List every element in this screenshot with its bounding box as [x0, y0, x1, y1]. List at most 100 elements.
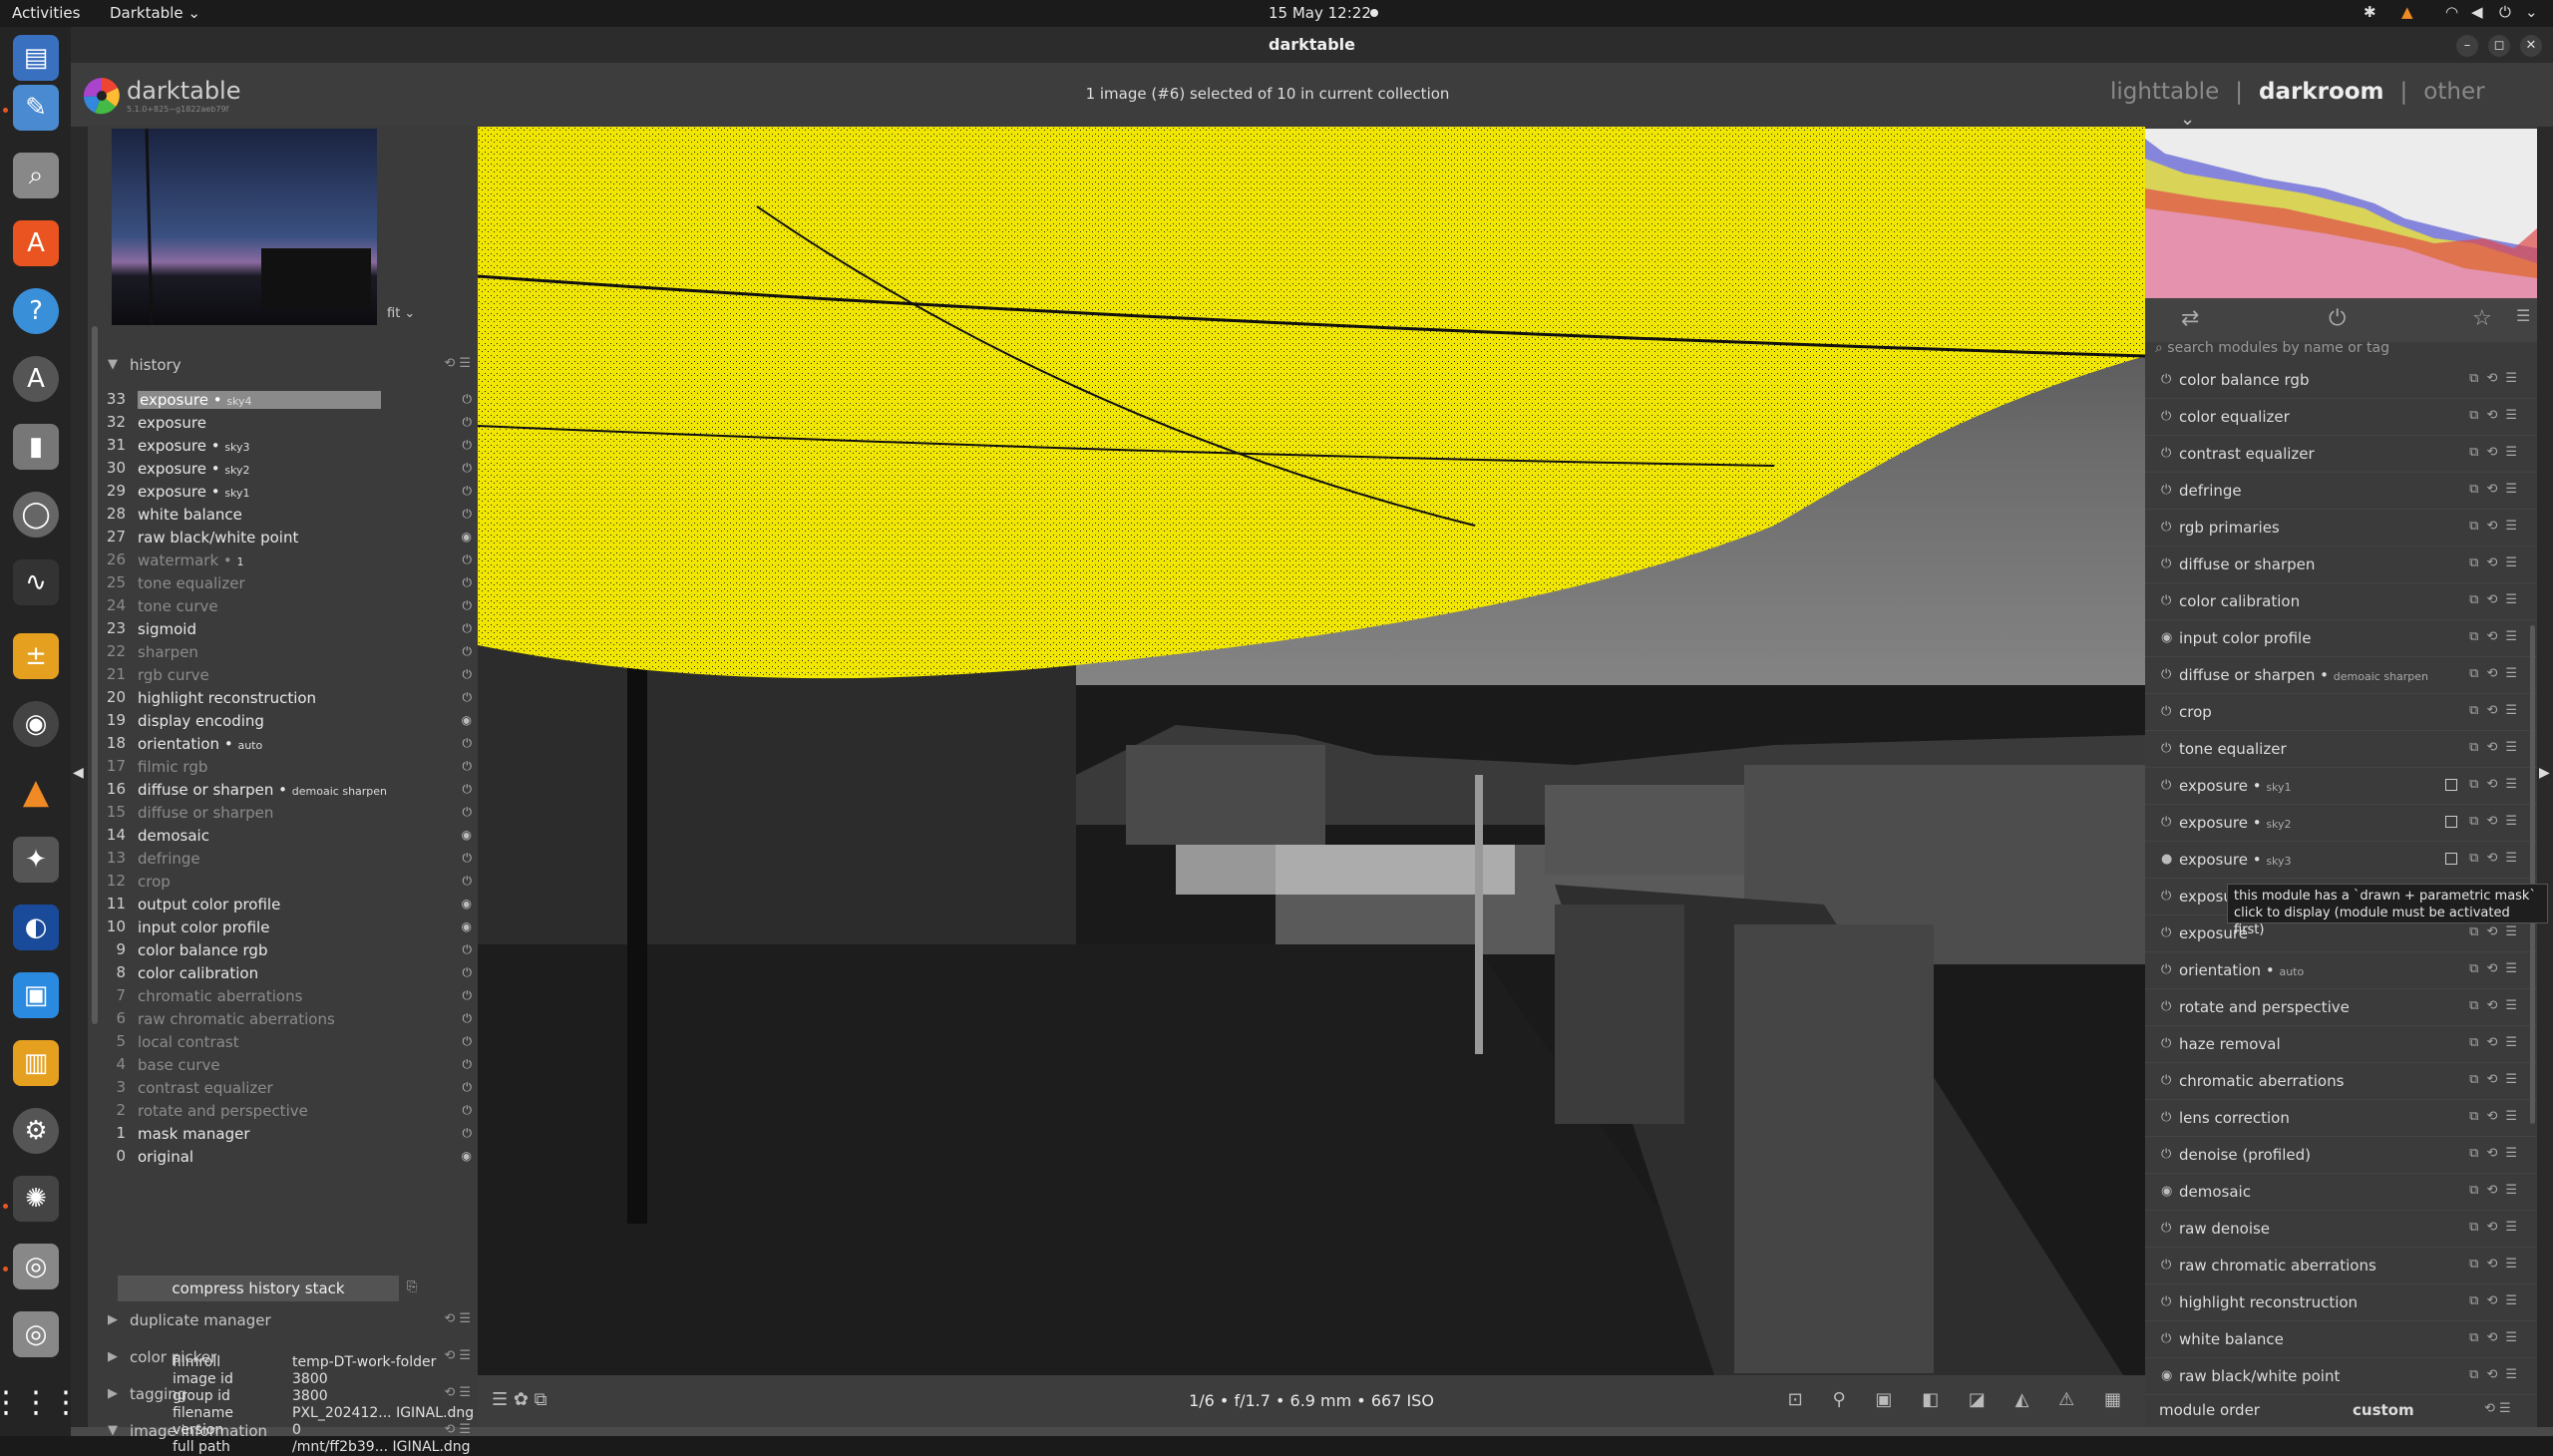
minimize-button[interactable]: –: [2456, 35, 2478, 57]
view-other[interactable]: other: [2423, 79, 2484, 105]
history-item[interactable]: 4 base curve ⏻: [104, 1055, 478, 1078]
module-action-icons[interactable]: ⧉⟲☰: [2469, 629, 2525, 644]
module-action-icons[interactable]: ⧉⟲☰: [2469, 666, 2525, 681]
module-power-icon[interactable]: ⏻: [2161, 556, 2171, 571]
close-button[interactable]: ✕: [2520, 35, 2542, 57]
history-item[interactable]: 0 original ◉: [104, 1147, 478, 1170]
module-row[interactable]: ⏻ highlight reconstruction ⧉⟲☰: [2145, 1284, 2537, 1321]
history-module-header[interactable]: ▼ history ⟲ ☰: [98, 348, 477, 384]
module-search-input[interactable]: ⌕ search modules by name or tag: [2155, 340, 2524, 362]
software-center-icon[interactable]: A: [13, 220, 59, 266]
mask-indicator-icon[interactable]: [2445, 853, 2457, 865]
module-action-icons[interactable]: ⧉⟲☰: [2469, 1146, 2525, 1161]
module-row[interactable]: ⏻ color equalizer ⧉⟲☰: [2145, 399, 2537, 436]
history-item[interactable]: 10 input color profile ◉: [104, 917, 478, 940]
bluetooth-icon[interactable]: ✱: [2364, 3, 2376, 21]
files-icon[interactable]: ▤: [13, 35, 59, 81]
history-item[interactable]: 8 color calibration ⏻: [104, 963, 478, 986]
collapse-left-icon[interactable]: ◀: [73, 765, 84, 781]
module-row[interactable]: ◉ input color profile ⧉⟲☰: [2145, 620, 2537, 657]
history-item[interactable]: 22 sharpen ⏻: [104, 642, 478, 665]
history-item[interactable]: 21 rgb curve ⏻: [104, 665, 478, 688]
text-editor-icon[interactable]: ✎: [13, 85, 59, 131]
module-preset-icons[interactable]: ⟲ ☰: [444, 356, 471, 371]
module-action-icons[interactable]: ⧉⟲☰: [2469, 408, 2525, 423]
history-item[interactable]: 7 chromatic aberrations ⏻: [104, 986, 478, 1009]
module-row[interactable]: ⏻ haze removal ⧉⟲☰: [2145, 1026, 2537, 1063]
module-power-icon[interactable]: ⏻: [2161, 483, 2171, 498]
chevron-down-icon[interactable]: ⌄: [2525, 3, 2538, 21]
navigation-thumbnail[interactable]: [112, 129, 377, 325]
power-icon[interactable]: ⏻: [2499, 3, 2511, 21]
wifi-icon[interactable]: ◠: [2445, 3, 2458, 21]
blender-icon[interactable]: ◐: [13, 905, 59, 950]
module-power-icon[interactable]: ⏻: [2161, 1294, 2171, 1309]
history-item[interactable]: 5 local contrast ⏻: [104, 1032, 478, 1055]
module-row[interactable]: ⏻ rotate and perspective ⧉⟲☰: [2145, 989, 2537, 1026]
module-row[interactable]: ⏻ exposure • sky1 ⧉⟲☰: [2145, 768, 2537, 805]
module-row[interactable]: ⏻ chromatic aberrations ⧉⟲☰: [2145, 1063, 2537, 1100]
module-order-value[interactable]: custom: [2353, 1401, 2414, 1419]
history-item[interactable]: 29 exposure • sky1 ⏻: [104, 482, 478, 505]
module-power-icon[interactable]: ⏻: [2161, 372, 2171, 387]
history-item[interactable]: 11 output color profile ◉: [104, 895, 478, 917]
history-item[interactable]: 30 exposure • sky2 ⏻: [104, 459, 478, 482]
module-power-icon[interactable]: ⏻: [2161, 815, 2171, 830]
history-item[interactable]: 15 diffuse or sharpen ⏻: [104, 803, 478, 826]
module-row[interactable]: ⏻ exposure • sky2 ⧉⟲☰: [2145, 805, 2537, 842]
module-action-icons[interactable]: ⧉⟲☰: [2469, 1367, 2525, 1382]
history-item[interactable]: 18 orientation • auto ⏻: [104, 734, 478, 757]
module-power-icon[interactable]: ⏻: [2161, 1073, 2171, 1088]
module-action-icons[interactable]: ⧉⟲☰: [2469, 1293, 2525, 1308]
module-action-icons[interactable]: ⧉⟲☰: [2469, 814, 2525, 829]
module-row[interactable]: ● exposure • sky3 ⧉⟲☰: [2145, 842, 2537, 879]
module-power-icon[interactable]: ⏻: [2161, 1331, 2171, 1346]
module-power-icon[interactable]: ◉: [2161, 630, 2172, 645]
module-action-icons[interactable]: ⧉⟲☰: [2469, 777, 2525, 792]
history-item[interactable]: 16 diffuse or sharpen • demoaic sharpen ⏻: [104, 780, 478, 803]
disk-icon[interactable]: ◉: [13, 701, 59, 747]
module-row[interactable]: ⏻ color balance rgb ⧉⟲☰: [2145, 362, 2537, 399]
history-item[interactable]: 32 exposure ⏻: [104, 413, 478, 436]
disk2-icon[interactable]: ◎: [13, 1244, 59, 1289]
compress-history-button[interactable]: compress history stack: [118, 1275, 399, 1301]
history-item[interactable]: 20 highlight reconstruction ⏻: [104, 688, 478, 711]
right-panel-toggle-strip[interactable]: ▶: [2537, 127, 2553, 1427]
history-item[interactable]: 19 display encoding ◉: [104, 711, 478, 734]
right-scrollbar[interactable]: [2530, 625, 2535, 1124]
image-canvas[interactable]: [478, 127, 2145, 1375]
calculator-icon[interactable]: ±: [13, 633, 59, 679]
module-power-icon[interactable]: ⏻: [2161, 409, 2171, 424]
history-item[interactable]: 1 mask manager ⏻: [104, 1124, 478, 1147]
module-action-icons[interactable]: ⧉⟲☰: [2469, 1109, 2525, 1124]
histogram[interactable]: [2145, 129, 2537, 298]
module-action-icons[interactable]: ⧉⟲☰: [2469, 482, 2525, 497]
view-darkroom[interactable]: darkroom: [2259, 79, 2384, 105]
module-action-icons[interactable]: ⧉⟲☰: [2469, 555, 2525, 570]
history-item[interactable]: 6 raw chromatic aberrations ⏻: [104, 1009, 478, 1032]
history-item[interactable]: 9 color balance rgb ⏻: [104, 940, 478, 963]
module-power-icon[interactable]: ⏻: [2161, 925, 2171, 940]
left-panel-toggle-strip[interactable]: ◀: [71, 127, 88, 1427]
module-action-icons[interactable]: ⧉⟲☰: [2469, 1330, 2525, 1345]
archive-icon[interactable]: ▥: [13, 1040, 59, 1086]
history-item[interactable]: 3 contrast equalizer ⏻: [104, 1078, 478, 1101]
history-item[interactable]: 12 crop ⏻: [104, 872, 478, 895]
module-row[interactable]: ⏻ orientation • auto ⧉⟲☰: [2145, 952, 2537, 989]
history-item[interactable]: 14 demosaic ◉: [104, 826, 478, 849]
history-item[interactable]: 13 defringe ⏻: [104, 849, 478, 872]
module-action-icons[interactable]: ⧉⟲☰: [2469, 961, 2525, 976]
vlc-icon[interactable]: ▲: [13, 769, 59, 815]
activities-button[interactable]: Activities: [12, 4, 80, 22]
module-row[interactable]: ⏻ tone equalizer ⧉⟲☰: [2145, 731, 2537, 768]
module-power-icon[interactable]: ⏻: [2161, 1221, 2171, 1236]
mask-indicator-icon[interactable]: [2445, 779, 2457, 791]
module-action-icons[interactable]: ⧉⟲☰: [2469, 703, 2525, 718]
module-row[interactable]: ⏻ crop ⧉⟲☰: [2145, 694, 2537, 731]
module-power-icon[interactable]: ⏻: [2161, 704, 2171, 719]
module-power-icon[interactable]: ⏻: [2161, 446, 2171, 461]
module-row[interactable]: ⏻ raw denoise ⧉⟲☰: [2145, 1211, 2537, 1248]
module-row[interactable]: ⏻ raw chromatic aberrations ⧉⟲☰: [2145, 1248, 2537, 1284]
clock[interactable]: 15 May 12:22: [1269, 4, 1371, 22]
mask-indicator-icon[interactable]: [2445, 816, 2457, 828]
